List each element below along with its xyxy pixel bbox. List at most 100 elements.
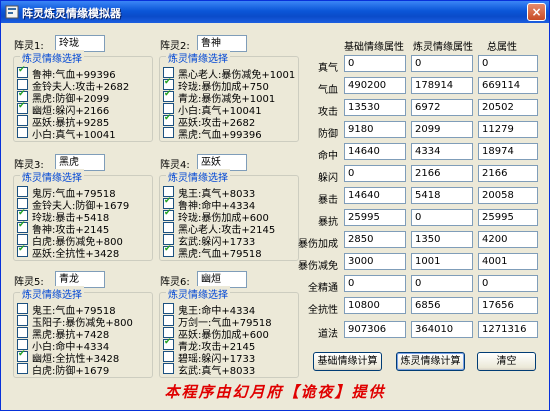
affinity-checkbox[interactable]: 万剑一:气血+79518	[163, 315, 308, 329]
stat-base-field[interactable]: 0	[344, 275, 406, 292]
checkbox-empty-icon[interactable]	[163, 222, 174, 233]
stat-lianling-field[interactable]: 364010	[411, 321, 473, 338]
affinity-checkbox[interactable]: 玲珑:暴伤加成+600	[163, 208, 308, 224]
stat-total-field[interactable]: 1271316	[478, 321, 538, 338]
affinity-checkbox[interactable]: 黑虎:防御+2099	[17, 89, 162, 105]
stat-base-field[interactable]: 13530	[344, 99, 406, 116]
affinity-checkbox[interactable]: 白虎:暴伤减免+800	[17, 234, 162, 248]
checkbox-checked-icon[interactable]	[17, 244, 28, 257]
affinity-checkbox[interactable]: 黑虎:气血+99396	[163, 127, 308, 141]
affinity-checkbox[interactable]: 巫妖:暴伤加成+600	[163, 327, 308, 341]
affinity-checkbox[interactable]: 白虎:防御+1679	[17, 363, 162, 377]
affinity-checkbox[interactable]: 青龙:暴伤减免+1001	[163, 89, 308, 105]
stat-base-field[interactable]: 907306	[344, 321, 406, 338]
checkbox-empty-icon[interactable]	[163, 127, 174, 138]
stat-lianling-field[interactable]: 2166	[411, 165, 473, 182]
affinity-checkbox[interactable]: 鬼王:真气+8033	[163, 186, 308, 200]
affinity-checkbox[interactable]: 黑虎:暴抗+7428	[17, 327, 162, 341]
checkbox-empty-icon[interactable]	[17, 186, 28, 197]
affinity-checkbox[interactable]: 鲁神:命中+4334	[163, 196, 308, 212]
affinity-checkbox[interactable]: 小白:真气+10041	[17, 127, 162, 141]
stat-base-field[interactable]: 490200	[344, 77, 406, 94]
checkbox-checked-icon[interactable]	[163, 89, 174, 102]
affinity-checkbox[interactable]: 金铃夫人:攻击+2682	[17, 79, 162, 93]
stat-base-field[interactable]: 9180	[344, 121, 406, 138]
stat-total-field[interactable]: 4001	[478, 253, 538, 270]
basic-calc-button[interactable]: 基础情缘计算	[313, 352, 382, 371]
stat-lianling-field[interactable]: 0	[411, 275, 473, 292]
affinity-checkbox[interactable]: 小白:命中+4334	[17, 339, 162, 353]
stat-total-field[interactable]: 17656	[478, 297, 538, 314]
affinity-checkbox[interactable]: 玲珑:暴伤加成+750	[163, 77, 308, 93]
affinity-checkbox[interactable]: 鬼王:命中+4334	[163, 303, 308, 317]
checkbox-empty-icon[interactable]	[163, 351, 174, 362]
stat-total-field[interactable]: 4200	[478, 231, 538, 248]
checkbox-empty-icon[interactable]	[163, 315, 174, 326]
affinity-checkbox[interactable]: 玄武:躲闪+1733	[163, 234, 308, 248]
stat-lianling-field[interactable]: 6856	[411, 297, 473, 314]
stat-base-field[interactable]: 0	[344, 165, 406, 182]
checkbox-empty-icon[interactable]	[17, 115, 28, 126]
affinity-checkbox[interactable]: 碧瑶:躲闪+1733	[163, 351, 308, 365]
stat-lianling-field[interactable]: 0	[411, 55, 473, 72]
checkbox-empty-icon[interactable]	[17, 327, 28, 338]
affinity-checkbox[interactable]: 巫妖:暴抗+9285	[17, 115, 162, 129]
affinity-checkbox[interactable]: 金铃夫人:防御+1679	[17, 198, 162, 212]
stat-base-field[interactable]: 14640	[344, 187, 406, 204]
checkbox-checked-icon[interactable]	[163, 113, 174, 126]
stat-total-field[interactable]: 669114	[478, 77, 538, 94]
affinity-checkbox[interactable]: 鬼王:气血+79518	[17, 303, 162, 317]
checkbox-empty-icon[interactable]	[17, 127, 28, 138]
checkbox-checked-icon[interactable]	[17, 349, 28, 362]
stat-base-field[interactable]: 10800	[344, 297, 406, 314]
stat-lianling-field[interactable]: 0	[411, 209, 473, 226]
stat-total-field[interactable]: 20502	[478, 99, 538, 116]
checkbox-checked-icon[interactable]	[17, 65, 28, 78]
affinity-checkbox[interactable]: 小白:真气+10041	[163, 103, 308, 117]
stat-total-field[interactable]: 11279	[478, 121, 538, 138]
stat-base-field[interactable]: 3000	[344, 253, 406, 270]
clear-button[interactable]: 清空	[477, 352, 536, 371]
stat-total-field[interactable]: 25995	[478, 209, 538, 226]
stat-lianling-field[interactable]: 5418	[411, 187, 473, 204]
checkbox-checked-icon[interactable]	[163, 337, 174, 350]
affinity-checkbox[interactable]: 黑心老人:暴伤减免+1001	[163, 67, 308, 81]
affinity-checkbox[interactable]: 玄武:真气+8033	[163, 363, 308, 377]
affinity-checkbox[interactable]: 巫妖:攻击+2682	[163, 113, 308, 129]
affinity-checkbox[interactable]: 鬼厉:气血+79518	[17, 186, 162, 200]
stat-base-field[interactable]: 14640	[344, 143, 406, 160]
stat-total-field[interactable]: 0	[478, 55, 538, 72]
close-button[interactable]: ×	[527, 3, 546, 21]
affinity-checkbox[interactable]: 幽烜:躲闪+2166	[17, 101, 162, 117]
affinity-checkbox[interactable]: 鲁神:气血+99396	[17, 65, 162, 81]
stat-lianling-field[interactable]: 6972	[411, 99, 473, 116]
stat-lianling-field[interactable]: 1001	[411, 253, 473, 270]
stat-total-field[interactable]: 20058	[478, 187, 538, 204]
affinity-checkbox[interactable]: 青龙:攻击+2145	[163, 337, 308, 353]
title-bar[interactable]: 阵灵炼灵情缘模拟器 ×	[1, 1, 549, 23]
affinity-checkbox[interactable]: 鲁神:攻击+2145	[17, 220, 162, 236]
checkbox-empty-icon[interactable]	[17, 303, 28, 314]
stat-total-field[interactable]: 0	[478, 275, 538, 292]
stat-base-field[interactable]: 0	[344, 55, 406, 72]
stat-base-field[interactable]: 2850	[344, 231, 406, 248]
stat-base-field[interactable]: 25995	[344, 209, 406, 226]
checkbox-checked-icon[interactable]	[163, 244, 174, 257]
checkbox-checked-icon[interactable]	[17, 101, 28, 114]
affinity-checkbox[interactable]: 玉阳子:暴伤减免+800	[17, 315, 162, 329]
affinity-checkbox[interactable]: 黑心老人:攻击+2145	[163, 222, 308, 236]
affinity-checkbox[interactable]: 黑虎:气血+79518	[163, 244, 308, 260]
stat-lianling-field[interactable]: 1350	[411, 231, 473, 248]
affinity-checkbox[interactable]: 玲珑:暴击+5418	[17, 208, 162, 224]
stat-total-field[interactable]: 18974	[478, 143, 538, 160]
affinity-checkbox[interactable]: 巫妖:全抗性+3428	[17, 244, 162, 260]
checkbox-empty-icon[interactable]	[17, 315, 28, 326]
stat-lianling-field[interactable]: 178914	[411, 77, 473, 94]
stat-total-field[interactable]: 2166	[478, 165, 538, 182]
checkbox-empty-icon[interactable]	[163, 303, 174, 314]
lianling-calc-button[interactable]: 炼灵情缘计算	[396, 352, 465, 371]
checkbox-empty-icon[interactable]	[17, 363, 28, 374]
checkbox-checked-icon[interactable]	[163, 208, 174, 221]
stat-lianling-field[interactable]: 2099	[411, 121, 473, 138]
checkbox-checked-icon[interactable]	[17, 220, 28, 233]
